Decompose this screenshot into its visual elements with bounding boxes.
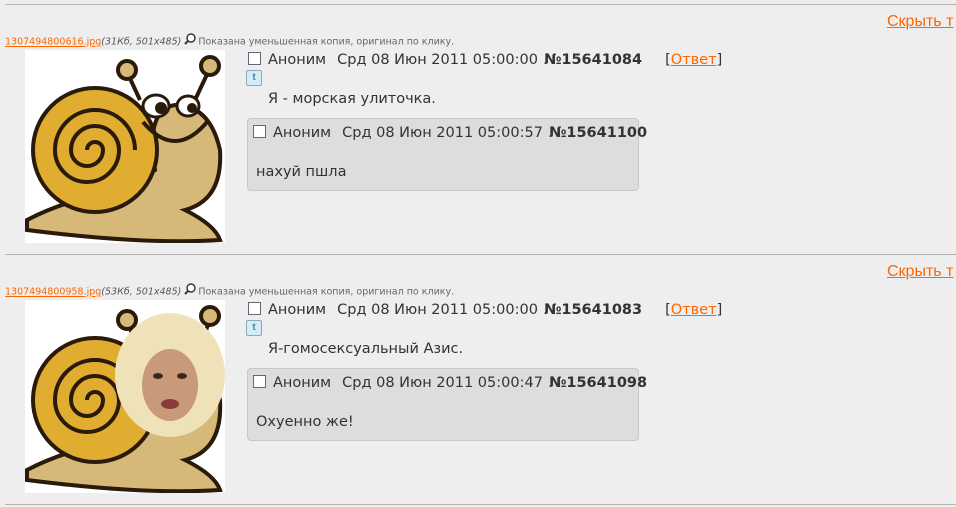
- post-header: Аноним Срд 08 Июн 2011 05:00:00 №15641083 […: [248, 301, 723, 318]
- reply-header: Аноним Срд 08 Июн 2011 05:00:47 №15641098: [253, 374, 647, 391]
- post-date: Срд 08 Июн 2011 05:00:00: [337, 302, 538, 318]
- reply-text: Охуенно же!: [256, 414, 354, 430]
- hide-thread-link[interactable]: Скрыть т: [887, 13, 953, 31]
- reply-date: Срд 08 Июн 2011 05:00:57: [342, 125, 543, 141]
- post-checkbox[interactable]: [248, 301, 261, 315]
- file-name-link[interactable]: 1307494800958.jpg: [5, 287, 101, 298]
- thumb-note: Показана уменьшенная копия, оригинал по …: [198, 286, 455, 298]
- post-text: Я - морская улиточка.: [268, 91, 436, 107]
- reply-link[interactable]: Ответ: [671, 302, 717, 318]
- post-date: Срд 08 Июн 2011 05:00:00: [337, 52, 538, 68]
- reply-link[interactable]: Ответ: [671, 52, 717, 68]
- poster-name: Аноним: [268, 52, 327, 68]
- post-checkbox[interactable]: [248, 51, 261, 65]
- reply-bracket: [Ответ]: [665, 52, 723, 68]
- reply-poster-name: Аноним: [273, 125, 332, 141]
- magnify-icon: [184, 33, 197, 45]
- file-name-link[interactable]: 1307494800616.jpg: [5, 37, 101, 48]
- twitter-share-icon[interactable]: t: [246, 70, 262, 86]
- separator-bottom: [5, 504, 956, 505]
- reply-poster-name: Аноним: [273, 375, 332, 391]
- post-number[interactable]: №15641083: [544, 302, 642, 318]
- reply-number[interactable]: №15641100: [549, 125, 647, 141]
- thumb-note: Показана уменьшенная копия, оригинал по …: [198, 36, 455, 48]
- post-text: Я-гомосексуальный Азис.: [268, 341, 464, 357]
- reply-number[interactable]: №15641098: [549, 375, 647, 391]
- snail-image: [25, 55, 223, 244]
- file-info: 1307494800958.jpg(53Кб, 501x485) Показана…: [5, 283, 455, 298]
- post-header: Аноним Срд 08 Июн 2011 05:00:00 №15641084 […: [248, 51, 723, 68]
- file-meta: (31Кб, 501x485): [101, 36, 182, 48]
- reply-preview: Аноним Срд 08 Июн 2011 05:00:47 №15641098 …: [247, 368, 647, 441]
- hide-thread-link[interactable]: Скрыть т: [887, 263, 953, 281]
- reply-text: нахуй пшла: [256, 164, 347, 180]
- reply-date: Срд 08 Июн 2011 05:00:47: [342, 375, 543, 391]
- reply-preview: Аноним Срд 08 Июн 2011 05:00:57 №15641100 …: [247, 118, 647, 191]
- post-number[interactable]: №15641084: [544, 52, 642, 68]
- file-info: 1307494800616.jpg(31Кб, 501x485) Показана…: [5, 33, 455, 48]
- separator-top: [5, 4, 956, 5]
- reply-checkbox[interactable]: [253, 374, 266, 388]
- magnify-icon: [184, 283, 197, 295]
- post-thumbnail[interactable]: [25, 300, 225, 494]
- reply-bracket: [Ответ]: [665, 302, 723, 318]
- reply-header: Аноним Срд 08 Июн 2011 05:00:57 №15641100: [253, 124, 647, 141]
- file-meta: (53Кб, 501x485): [101, 286, 182, 298]
- separator-middle: [5, 254, 956, 255]
- reply-checkbox[interactable]: [253, 124, 266, 138]
- snail-face-image: [25, 305, 225, 494]
- twitter-share-icon[interactable]: t: [246, 320, 262, 336]
- post-thumbnail[interactable]: [25, 50, 225, 244]
- poster-name: Аноним: [268, 302, 327, 318]
